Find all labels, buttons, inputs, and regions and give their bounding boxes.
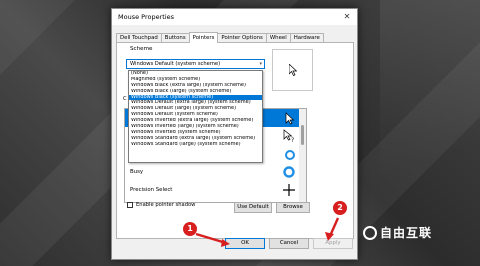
arrow-head-apply	[325, 232, 334, 241]
arrow-to-ok	[195, 232, 227, 245]
arrow-to-apply	[328, 217, 340, 237]
step-marker-2: 2	[333, 201, 347, 215]
arrow-head-ok	[221, 239, 230, 247]
annotation-arrows	[195, 217, 340, 247]
step-marker-1: 1	[183, 222, 197, 236]
